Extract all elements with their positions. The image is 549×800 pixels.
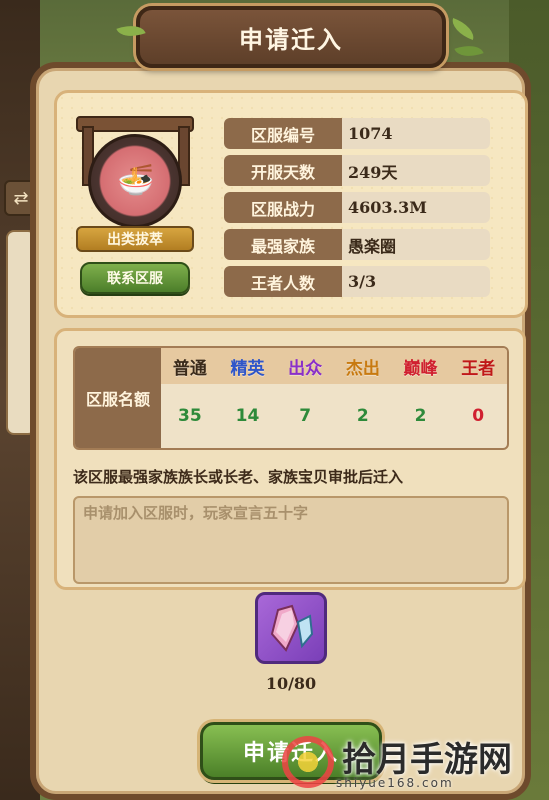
migration-rule-text: 该区服最强家族族长或长老、家族宝贝审批后迁入 — [73, 468, 404, 486]
tier-count: 0 — [472, 406, 485, 426]
info-row-king-count: 王者人数 3/3 — [224, 266, 490, 297]
tier-name: 王者 — [461, 358, 496, 379]
info-label: 区服编号 — [224, 118, 342, 149]
dialog-title-bar: 申请迁入 — [136, 6, 446, 68]
tier-name: 巅峰 — [403, 358, 438, 379]
info-value: 1074 — [342, 118, 490, 149]
declaration-input[interactable]: 申请加入区服时，玩家宣言五十字 — [73, 496, 509, 584]
info-label: 开服天数 — [224, 155, 342, 186]
info-value: 249天 — [342, 155, 490, 186]
contact-server-button[interactable]: 联系区服 — [80, 262, 190, 294]
info-label: 最强家族 — [224, 229, 342, 260]
cost-amount: 10/80 — [265, 674, 317, 693]
tier-count: 7 — [299, 406, 312, 426]
watermark-logo-icon — [282, 736, 334, 788]
info-row-days-open: 开服天数 249天 — [224, 155, 490, 186]
info-value: 4603.3M — [342, 192, 490, 223]
leaf-decoration-icon — [454, 39, 484, 63]
tier-header-row: 普通 精英 出众 杰出 巅峰 王者 — [161, 348, 507, 384]
info-value: 3/3 — [342, 266, 490, 297]
tier-count: 2 — [356, 406, 369, 426]
tier-name: 普通 — [172, 358, 207, 379]
dialog-title: 申请迁入 — [239, 25, 343, 54]
tier-count-row: 35 14 7 2 2 0 — [161, 384, 507, 448]
watermark-text: 拾月手游网 — [342, 740, 512, 780]
crystal-icon — [270, 604, 314, 652]
info-row-server-power: 区服战力 4603.3M — [224, 192, 490, 223]
quota-table: 区服名额 普通 精英 出众 杰出 巅峰 王者 35 14 7 2 2 0 — [73, 346, 509, 450]
tier-count: 2 — [414, 406, 427, 426]
info-row-top-family: 最强家族 愚楽圈 — [224, 229, 490, 260]
tier-name: 杰出 — [345, 358, 380, 379]
tier-name: 出众 — [288, 358, 323, 379]
tier-count: 35 — [178, 406, 202, 426]
info-value: 愚楽圈 — [342, 229, 490, 260]
watermark-url: shiyue168.com — [336, 776, 454, 790]
leaf-decoration-icon — [448, 17, 478, 41]
info-label: 王者人数 — [224, 266, 342, 297]
info-label: 区服战力 — [224, 192, 342, 223]
tier-name: 精英 — [230, 358, 265, 379]
quota-header: 区服名额 — [75, 348, 161, 448]
tier-count: 14 — [235, 406, 260, 426]
bowl-emblem-icon: 🍜 — [117, 162, 155, 198]
server-rank-badge: 出类拔萃 — [76, 226, 194, 252]
info-row-server-id: 区服编号 1074 — [224, 118, 490, 149]
